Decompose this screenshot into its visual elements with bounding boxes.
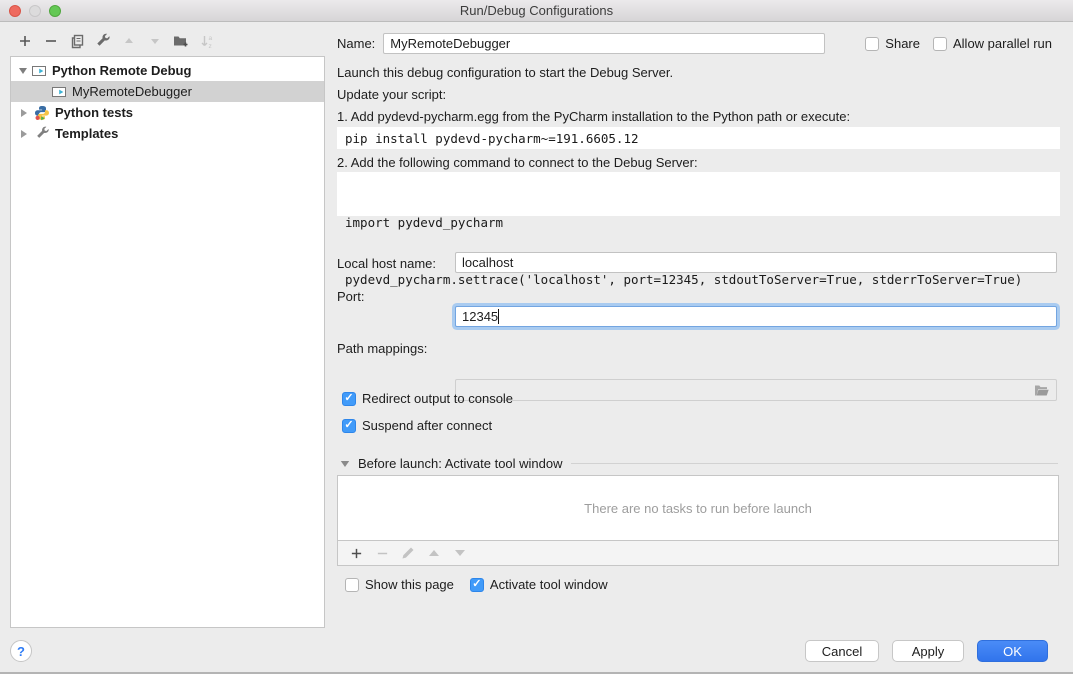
suspend-after-connect-row: Suspend after connect — [342, 416, 492, 433]
show-this-page-checkbox[interactable]: Show this page — [345, 577, 454, 592]
step1-text: 1. Add pydevd-pycharm.egg from the PyCha… — [337, 109, 850, 124]
edit-task-icon — [400, 545, 416, 561]
update-script-text: Update your script: — [337, 87, 446, 102]
ok-button[interactable]: OK — [977, 640, 1048, 662]
minimize-button — [29, 5, 41, 17]
step2-code: import pydevd_pycharm pydevd_pycharm.set… — [337, 172, 1060, 216]
step2-code-line1: import pydevd_pycharm — [345, 213, 1052, 232]
help-button[interactable]: ? — [10, 640, 32, 662]
activate-tool-window-label: Activate tool window — [490, 577, 608, 592]
before-launch-toolbar — [337, 541, 1059, 566]
copy-icon[interactable] — [69, 33, 85, 49]
configurations-toolbar: az — [17, 33, 215, 49]
wrench-icon — [34, 126, 50, 142]
tree-item-python-tests[interactable]: Python tests — [11, 102, 324, 123]
add-task-icon[interactable] — [348, 545, 364, 561]
window-title: Run/Debug Configurations — [460, 3, 613, 18]
localhost-label: Local host name: — [337, 256, 436, 271]
move-up-icon — [121, 33, 137, 49]
remote-debug-icon — [31, 63, 47, 79]
description-text: Launch this debug configuration to start… — [337, 65, 673, 80]
path-mappings-label: Path mappings: — [337, 341, 427, 356]
cancel-button[interactable]: Cancel — [805, 640, 879, 662]
tree-item-label: Python tests — [55, 105, 133, 120]
allow-parallel-run-label: Allow parallel run — [953, 36, 1052, 51]
help-button-label: ? — [17, 644, 25, 659]
port-label: Port: — [337, 289, 364, 304]
edit-defaults-icon[interactable] — [95, 33, 111, 49]
checkbox-checked-icon — [470, 578, 484, 592]
tree-item-myremotedebugger[interactable]: MyRemoteDebugger — [11, 81, 324, 102]
checkbox-icon — [865, 37, 879, 51]
share-checkbox-label: Share — [885, 36, 920, 51]
name-row: Name: Share Allow parallel run — [337, 33, 1060, 54]
traffic-lights — [9, 5, 61, 17]
collapse-arrow-icon[interactable] — [340, 460, 350, 468]
redirect-output-row: Redirect output to console — [342, 389, 513, 406]
svg-text:a: a — [208, 35, 212, 42]
tree-item-templates[interactable]: Templates — [11, 123, 324, 144]
new-folder-icon[interactable] — [173, 33, 189, 49]
activate-tool-window-checkbox[interactable]: Activate tool window — [470, 577, 608, 592]
expand-arrow-icon[interactable] — [21, 109, 27, 117]
expand-arrow-icon[interactable] — [21, 130, 27, 138]
page-options-row: Show this page Activate tool window — [345, 577, 608, 592]
zoom-button[interactable] — [49, 5, 61, 17]
path-mappings-field[interactable] — [455, 379, 1057, 401]
allow-parallel-run-checkbox[interactable]: Allow parallel run — [933, 36, 1052, 51]
localhost-input[interactable] — [455, 252, 1057, 273]
name-input[interactable] — [383, 33, 825, 54]
checkbox-checked-icon — [342, 392, 356, 406]
sort-alphabetically-icon: az — [199, 33, 215, 49]
show-this-page-label: Show this page — [365, 577, 454, 592]
configurations-tree: Python Remote Debug MyRemoteDebugger Pyt… — [10, 56, 325, 628]
remote-debug-icon — [51, 84, 67, 100]
add-icon[interactable] — [17, 33, 33, 49]
step2-text: 2. Add the following command to connect … — [337, 155, 698, 170]
title-bar: Run/Debug Configurations — [0, 0, 1073, 22]
svg-text:z: z — [208, 43, 211, 49]
tree-item-label: Python Remote Debug — [52, 63, 191, 78]
suspend-after-connect-checkbox[interactable]: Suspend after connect — [342, 418, 492, 433]
share-checkbox[interactable]: Share — [865, 36, 920, 51]
section-divider — [571, 463, 1058, 464]
redirect-output-checkbox[interactable]: Redirect output to console — [342, 391, 513, 406]
port-input[interactable] — [455, 306, 1057, 327]
move-task-down-icon — [452, 545, 468, 561]
text-caret — [498, 309, 499, 324]
dialog-buttons: Cancel Apply OK — [805, 640, 1048, 662]
browse-folder-icon[interactable] — [1031, 381, 1053, 399]
tree-item-python-remote-debug[interactable]: Python Remote Debug — [11, 60, 324, 81]
step1-code: pip install pydevd-pycharm~=191.6605.12 — [337, 127, 1060, 149]
remove-task-icon — [374, 545, 390, 561]
move-down-icon — [147, 33, 163, 49]
tree-item-label: MyRemoteDebugger — [72, 84, 192, 99]
checkbox-icon — [933, 37, 947, 51]
tree-item-label: Templates — [55, 126, 118, 141]
checkbox-icon — [345, 578, 359, 592]
suspend-after-connect-label: Suspend after connect — [362, 418, 492, 433]
collapse-arrow-icon[interactable] — [19, 68, 27, 74]
empty-tasks-text: There are no tasks to run before launch — [584, 501, 812, 516]
python-tests-icon — [34, 105, 50, 121]
redirect-output-label: Redirect output to console — [362, 391, 513, 406]
close-button[interactable] — [9, 5, 21, 17]
before-launch-task-list[interactable]: There are no tasks to run before launch — [337, 475, 1059, 541]
run-debug-configurations-dialog: Run/Debug Configurations az — [0, 0, 1073, 674]
before-launch-header[interactable]: Before launch: Activate tool window — [340, 456, 1058, 471]
name-label: Name: — [337, 36, 375, 51]
remove-icon[interactable] — [43, 33, 59, 49]
move-task-up-icon — [426, 545, 442, 561]
before-launch-title: Before launch: Activate tool window — [358, 456, 563, 471]
apply-button[interactable]: Apply — [892, 640, 964, 662]
checkbox-checked-icon — [342, 419, 356, 433]
port-field-wrapper — [455, 306, 1057, 327]
